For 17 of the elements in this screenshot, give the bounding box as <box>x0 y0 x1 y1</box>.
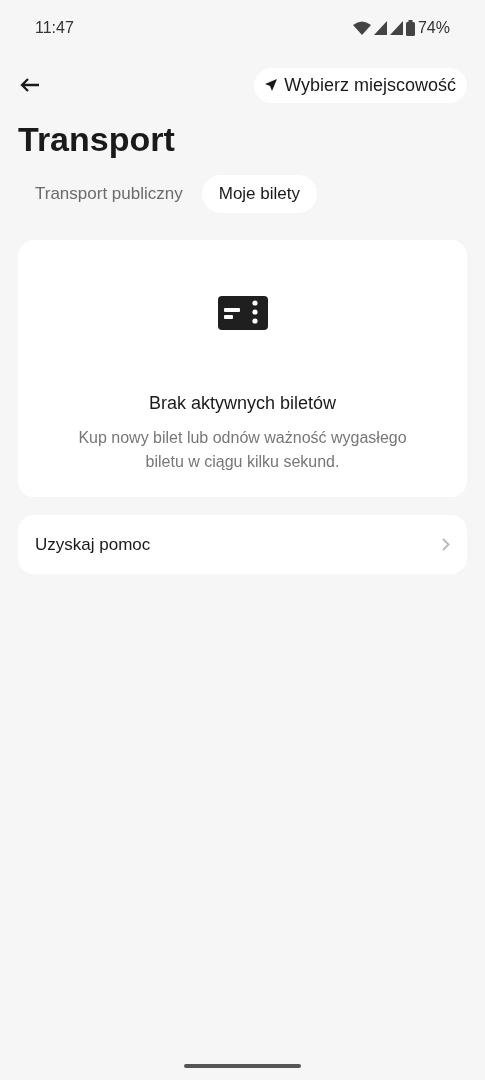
location-button[interactable]: Wybierz miejscowość <box>254 67 467 103</box>
signal-icon <box>389 21 403 35</box>
chevron-right-icon <box>442 538 450 551</box>
tab[interactable]: Transport publiczny <box>18 175 200 213</box>
signal-icon <box>373 21 387 35</box>
status-time: 11:47 <box>35 18 74 38</box>
battery-icon <box>405 20 415 36</box>
page-title: Transport <box>17 119 176 160</box>
back-icon[interactable] <box>20 77 40 93</box>
navigation-arrow-icon <box>265 79 278 91</box>
empty-state-message: Kup nowy bilet lub odnów ważność wygasłego biletu w ciągu kilku sekund. <box>77 428 408 472</box>
wifi-icon <box>352 21 371 35</box>
battery-level: 74% <box>417 18 450 38</box>
ticket-icon <box>217 296 268 330</box>
tab[interactable]: Moje bilety <box>201 175 317 213</box>
empty-state-title: Brak aktywnych biletów <box>148 392 337 415</box>
help-row[interactable]: Uzyskaj pomoc <box>18 515 467 574</box>
